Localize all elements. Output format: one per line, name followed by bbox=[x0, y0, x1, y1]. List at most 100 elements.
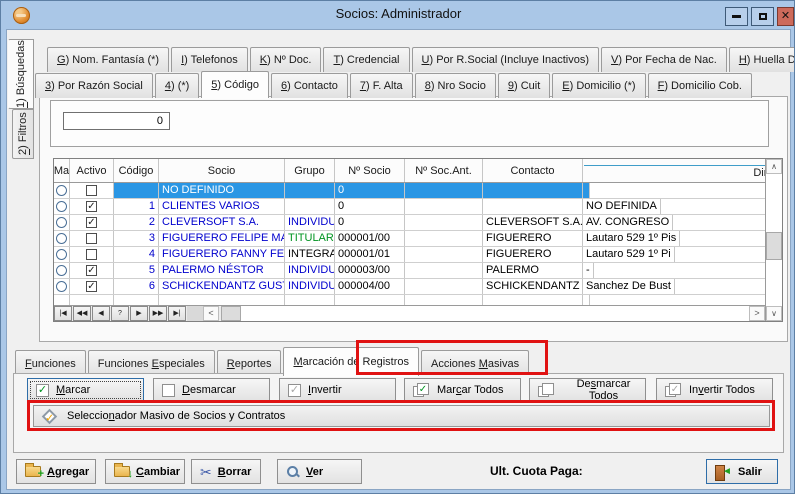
cell-grupo[interactable]: INDIVIDUAL bbox=[285, 279, 335, 294]
cell-socio[interactable]: FIGUERERO FELIPE MANUE bbox=[159, 231, 285, 246]
invertir-todos-button[interactable]: Invertir Todos bbox=[656, 378, 773, 402]
cell-contacto[interactable]: CLEVERSOFT S.A. bbox=[483, 215, 583, 230]
cell-nro-socio[interactable]: 0 bbox=[335, 199, 405, 214]
cell-nro-socio[interactable]: 000001/00 bbox=[335, 231, 405, 246]
activo-checkbox[interactable] bbox=[86, 185, 97, 196]
row-marker-radio[interactable] bbox=[56, 201, 67, 212]
cell-contacto[interactable] bbox=[483, 199, 583, 214]
row-marker-radio[interactable] bbox=[56, 281, 67, 292]
salir-button[interactable]: ◄Salir bbox=[706, 459, 778, 484]
tab-telefonos[interactable]: I) Telefonos bbox=[171, 47, 248, 72]
activo-checkbox[interactable] bbox=[86, 217, 97, 228]
table-row[interactable]: 6SCHICKENDANTZ GUSTAVINDIVIDUAL000004/00… bbox=[54, 279, 782, 295]
nav-fast-next-button[interactable]: ▶▶ bbox=[149, 306, 167, 321]
ver-button[interactable]: Ver bbox=[277, 459, 362, 484]
codigo-search-input[interactable] bbox=[63, 112, 170, 130]
nav-next-button[interactable]: ▶ bbox=[130, 306, 148, 321]
cell-nro-soc-ant[interactable] bbox=[405, 263, 483, 278]
hscrollbar-track[interactable] bbox=[241, 306, 749, 321]
cell-grupo[interactable]: INTEGRANT bbox=[285, 247, 335, 262]
maximize-button[interactable] bbox=[751, 7, 774, 26]
cambiar-button[interactable]: ↓Cambiar bbox=[105, 459, 185, 484]
close-button[interactable]: ✕ bbox=[777, 7, 794, 26]
cell-contacto[interactable] bbox=[483, 183, 583, 198]
row-marker-radio[interactable] bbox=[56, 217, 67, 228]
cell-direccion[interactable]: - bbox=[583, 263, 594, 278]
tab-por-razon-social[interactable]: 3) Por Razón Social bbox=[35, 73, 153, 98]
side-tab-filtros[interactable]: 2) Filtros bbox=[12, 109, 34, 159]
hscroll-right-icon[interactable] bbox=[749, 306, 765, 321]
table-row[interactable]: 2CLEVERSOFT S.A.INDIVIDUAL0CLEVERSOFT S.… bbox=[54, 215, 782, 231]
nav-first-button[interactable]: |◀ bbox=[54, 306, 72, 321]
minimize-button[interactable] bbox=[725, 7, 748, 26]
cell-grupo[interactable]: TITULAR (0) bbox=[285, 231, 335, 246]
cell-direccion[interactable]: Sanchez De Bust bbox=[583, 279, 675, 294]
tab-domicilio[interactable]: E) Domicilio (*) bbox=[552, 73, 645, 98]
nav-prev-button[interactable]: ◀ bbox=[92, 306, 110, 321]
cell-socio[interactable]: SCHICKENDANTZ GUSTAV bbox=[159, 279, 285, 294]
tab-asterisco[interactable]: 4) (*) bbox=[155, 73, 199, 98]
cell-direccion[interactable] bbox=[583, 183, 590, 198]
cell-codigo[interactable] bbox=[114, 183, 159, 198]
nav-search-button[interactable]: ? bbox=[111, 306, 129, 321]
cell-nro-soc-ant[interactable] bbox=[405, 183, 483, 198]
cell-socio[interactable]: CLEVERSOFT S.A. bbox=[159, 215, 285, 230]
tab-nro-doc[interactable]: K) Nº Doc. bbox=[250, 47, 322, 72]
cell-codigo[interactable]: 1 bbox=[114, 199, 159, 214]
hscrollbar-thumb[interactable] bbox=[221, 306, 241, 321]
activo-checkbox[interactable] bbox=[86, 265, 97, 276]
tab-por-fecha-nac[interactable]: V) Por Fecha de Nac. bbox=[601, 47, 727, 72]
cell-socio[interactable]: CLIENTES VARIOS bbox=[159, 199, 285, 214]
scroll-up-icon[interactable] bbox=[766, 159, 782, 174]
cell-contacto[interactable]: SCHICKENDANTZ bbox=[483, 279, 583, 294]
cell-socio[interactable]: FIGUERERO FANNY FERRA bbox=[159, 247, 285, 262]
cell-codigo[interactable]: 2 bbox=[114, 215, 159, 230]
tab-marcacion-de-registros[interactable]: Marcación de Registros bbox=[283, 347, 419, 376]
cell-nro-soc-ant[interactable] bbox=[405, 247, 483, 262]
cell-codigo[interactable]: 3 bbox=[114, 231, 159, 246]
cell-direccion[interactable]: AV. CONGRESO bbox=[583, 215, 673, 230]
cell-socio[interactable]: PALERMO NÉSTOR bbox=[159, 263, 285, 278]
cell-nro-socio[interactable]: 0 bbox=[335, 183, 405, 198]
cell-nro-soc-ant[interactable] bbox=[405, 199, 483, 214]
activo-checkbox[interactable] bbox=[86, 233, 97, 244]
tab-por-rsocial[interactable]: U) Por R.Social (Incluye Inactivos) bbox=[412, 47, 600, 72]
table-row[interactable]: 4FIGUERERO FANNY FERRAINTEGRANT000001/01… bbox=[54, 247, 782, 263]
cell-contacto[interactable]: PALERMO bbox=[483, 263, 583, 278]
row-marker-radio[interactable] bbox=[56, 233, 67, 244]
tab-codigo[interactable]: 5) Código bbox=[201, 71, 269, 98]
cell-grupo[interactable] bbox=[285, 183, 335, 198]
desmarcar-button[interactable]: Desmarcar bbox=[153, 378, 270, 402]
cell-grupo[interactable]: INDIVIDUAL bbox=[285, 215, 335, 230]
tab-contacto[interactable]: 6) Contacto bbox=[271, 73, 348, 98]
tab-nro-socio[interactable]: 8) Nro Socio bbox=[415, 73, 496, 98]
cell-grupo[interactable] bbox=[285, 199, 335, 214]
cell-nro-soc-ant[interactable] bbox=[405, 279, 483, 294]
desmarcar-todos-button[interactable]: Desmarcar Todos bbox=[529, 378, 646, 402]
side-tab-busquedas[interactable]: 1) Búsquedas bbox=[8, 39, 34, 109]
tab-f-alta[interactable]: 7) F. Alta bbox=[350, 73, 413, 98]
cell-nro-socio[interactable]: 000003/00 bbox=[335, 263, 405, 278]
cell-nro-soc-ant[interactable] bbox=[405, 215, 483, 230]
activo-checkbox[interactable] bbox=[86, 249, 97, 260]
agregar-button[interactable]: +Agregar bbox=[16, 459, 96, 484]
tab-huella-dactilar[interactable]: H) Huella Dactilar bbox=[729, 47, 795, 72]
cell-codigo[interactable]: 6 bbox=[114, 279, 159, 294]
row-marker-radio[interactable] bbox=[56, 185, 67, 196]
table-row[interactable]: 3FIGUERERO FELIPE MANUETITULAR (0)000001… bbox=[54, 231, 782, 247]
tab-nom-fantasia[interactable]: G) Nom. Fantasía (*) bbox=[47, 47, 169, 72]
vscrollbar-track[interactable] bbox=[766, 174, 782, 306]
nav-last-button[interactable]: ▶| bbox=[168, 306, 186, 321]
table-row[interactable]: 5PALERMO NÉSTORINDIVIDUAL000003/00PALERM… bbox=[54, 263, 782, 279]
vscrollbar-thumb[interactable] bbox=[766, 232, 782, 260]
cell-direccion[interactable]: Lautaro 529 1º Pi bbox=[583, 247, 675, 262]
tab-cuit[interactable]: 9) Cuit bbox=[498, 73, 550, 98]
table-row[interactable]: NO DEFINIDO 0 bbox=[54, 183, 782, 199]
cell-nro-socio[interactable]: 0 bbox=[335, 215, 405, 230]
cell-socio[interactable]: NO DEFINIDO bbox=[159, 183, 285, 198]
cell-nro-socio[interactable]: 000004/00 bbox=[335, 279, 405, 294]
cell-codigo[interactable]: 5 bbox=[114, 263, 159, 278]
table-row[interactable]: 1CLIENTES VARIOS0NO DEFINIDA bbox=[54, 199, 782, 215]
marcar-button[interactable]: Marcar bbox=[27, 378, 144, 402]
cell-contacto[interactable]: FIGUERERO bbox=[483, 247, 583, 262]
